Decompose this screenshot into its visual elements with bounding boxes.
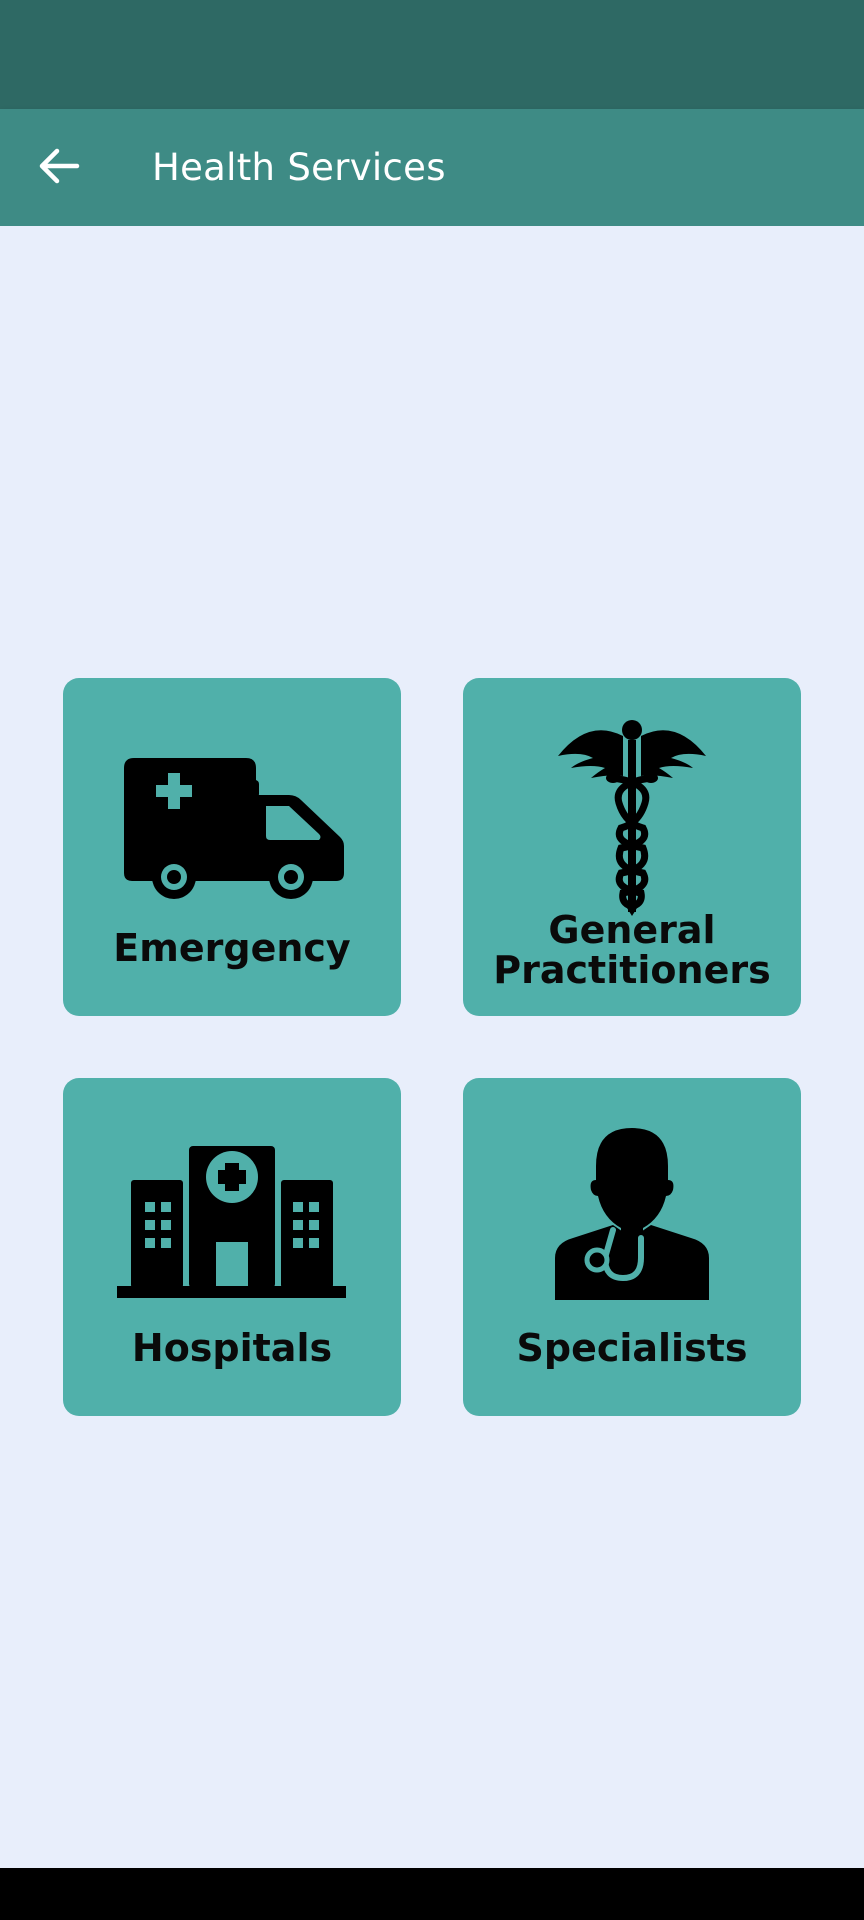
- specialists-card[interactable]: Specialists: [463, 1078, 801, 1416]
- services-grid: Emergency General Practitioners Hospital…: [0, 226, 864, 1868]
- hospitals-card[interactable]: Hospitals: [63, 1078, 401, 1416]
- general-practitioners-label-line2: Practitioners: [493, 948, 771, 992]
- general-practitioners-label-line1: General: [548, 908, 716, 952]
- status-bar: [0, 0, 864, 109]
- app-bar: Health Services: [0, 109, 864, 226]
- general-practitioners-label: General Practitioners: [463, 910, 801, 990]
- emergency-label: Emergency: [113, 926, 351, 970]
- system-navigation-bar: [0, 1868, 864, 1920]
- page-title: Health Services: [152, 146, 446, 189]
- arrow-left-icon: [39, 148, 80, 184]
- general-practitioners-card[interactable]: General Practitioners: [463, 678, 801, 1016]
- specialists-label: Specialists: [516, 1326, 748, 1370]
- emergency-card[interactable]: Emergency: [63, 678, 401, 1016]
- hospitals-label: Hospitals: [131, 1326, 333, 1370]
- back-button[interactable]: [30, 137, 88, 195]
